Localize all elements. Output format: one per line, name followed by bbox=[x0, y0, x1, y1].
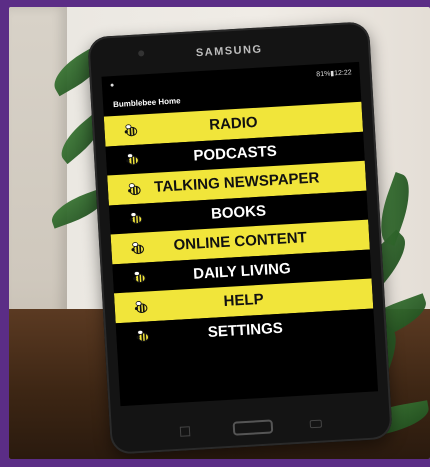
main-menu: RADIO PODCASTS TALKING NEWSPAPER BOOKS O… bbox=[103, 101, 375, 353]
menu-item-label: HELP bbox=[223, 291, 265, 311]
back-button[interactable] bbox=[309, 419, 323, 429]
menu-item-label: BOOKS bbox=[210, 202, 267, 223]
bee-icon bbox=[131, 241, 144, 254]
bee-icon bbox=[133, 271, 146, 284]
tablet-brand: SAMSUNG bbox=[195, 43, 263, 60]
menu-item-label: ONLINE CONTENT bbox=[173, 229, 308, 255]
photo: SAMSUNG ● 81%▮12:22 Bumblebee Home RADIO… bbox=[9, 7, 430, 459]
bee-icon bbox=[124, 124, 138, 137]
hardware-buttons bbox=[110, 409, 393, 445]
app-title: Bumblebee Home bbox=[112, 96, 181, 110]
status-time: 81%▮12:22 bbox=[316, 69, 352, 79]
recent-apps-button[interactable] bbox=[179, 426, 191, 437]
menu-item-label: PODCASTS bbox=[193, 142, 278, 165]
notification-icon: ● bbox=[109, 81, 115, 90]
tablet-screen: ● 81%▮12:22 Bumblebee Home RADIO PODCAST… bbox=[101, 61, 379, 407]
bee-icon bbox=[128, 182, 141, 195]
bee-icon bbox=[136, 330, 150, 343]
bee-icon bbox=[129, 212, 143, 225]
status-bar: ● 81%▮12:22 bbox=[110, 68, 352, 94]
menu-item-label: DAILY LIVING bbox=[192, 259, 292, 283]
home-button[interactable] bbox=[232, 419, 274, 436]
menu-item-label: TALKING NEWSPAPER bbox=[153, 169, 320, 197]
menu-item-label: RADIO bbox=[208, 114, 259, 134]
tablet: SAMSUNG ● 81%▮12:22 Bumblebee Home RADIO… bbox=[87, 21, 393, 455]
bee-icon bbox=[126, 153, 139, 166]
menu-item-label: SETTINGS bbox=[207, 319, 284, 341]
bee-icon bbox=[134, 300, 148, 313]
